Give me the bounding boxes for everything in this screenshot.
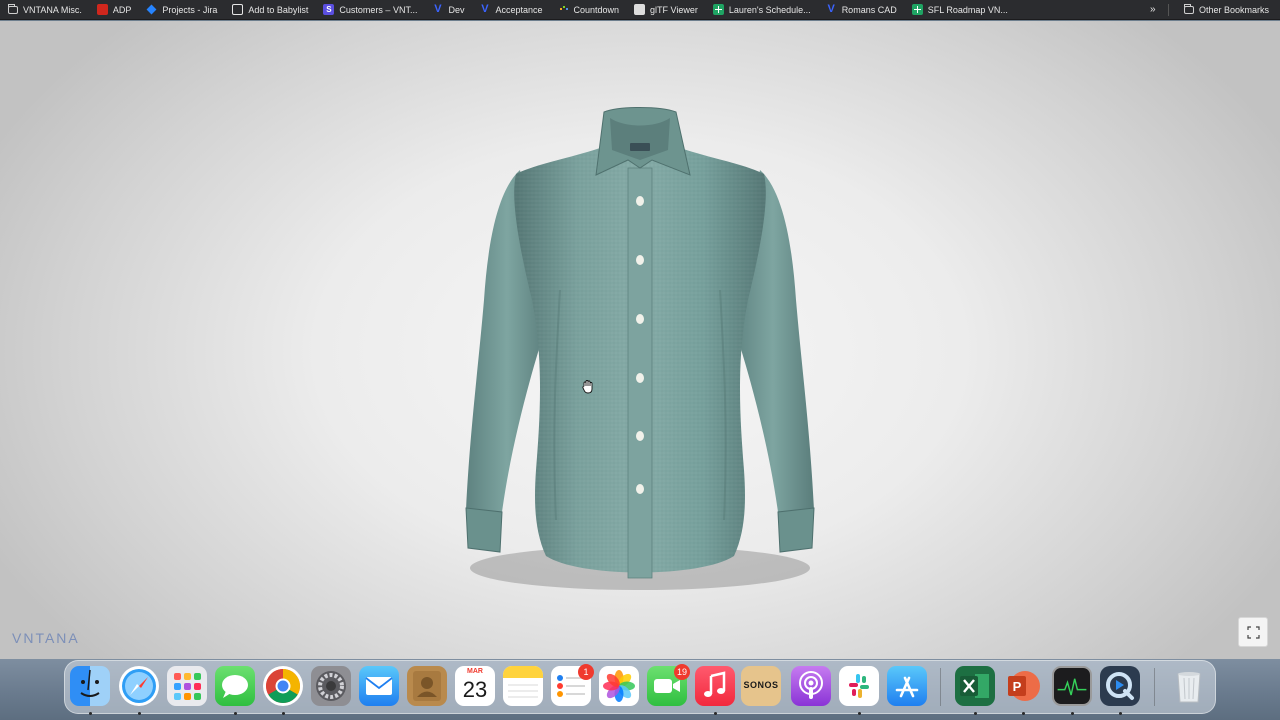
sheets-icon bbox=[712, 4, 724, 15]
dock-divider bbox=[1154, 668, 1155, 706]
shirt-button bbox=[636, 373, 644, 383]
bookmark-label: ADP bbox=[112, 4, 132, 15]
shirt-button bbox=[636, 484, 644, 494]
shirt-button bbox=[636, 196, 644, 206]
running-indicator bbox=[974, 712, 977, 715]
chrome-icon[interactable] bbox=[263, 666, 303, 706]
shirt-button bbox=[636, 255, 644, 265]
bookmark-label: Customers – VNT... bbox=[339, 4, 418, 15]
bookmark-label: Lauren's Schedule... bbox=[728, 4, 811, 15]
vntana-v-icon: V bbox=[827, 3, 835, 15]
running-indicator bbox=[282, 712, 285, 715]
other-bookmarks[interactable]: Other Bookmarks bbox=[1176, 0, 1276, 20]
finder-icon[interactable] bbox=[70, 666, 110, 706]
s-icon: S bbox=[323, 4, 335, 15]
3d-viewer-canvas[interactable]: VNTANA bbox=[0, 21, 1280, 659]
running-indicator bbox=[138, 712, 141, 715]
left-cuff bbox=[465, 507, 503, 553]
sheets-icon bbox=[911, 4, 923, 15]
running-indicator bbox=[1119, 712, 1122, 715]
adp-icon bbox=[96, 4, 108, 15]
fullscreen-icon bbox=[1247, 626, 1260, 639]
running-indicator bbox=[89, 712, 92, 715]
dots-icon bbox=[558, 4, 569, 15]
calendar-month: MAR bbox=[467, 668, 483, 675]
vntana-v-icon: V bbox=[481, 3, 489, 15]
messages-icon[interactable] bbox=[215, 666, 255, 706]
safari-icon[interactable] bbox=[119, 666, 159, 706]
right-cuff bbox=[777, 507, 815, 553]
bookmark-label: Projects - Jira bbox=[162, 4, 218, 15]
vntana-v-icon: V bbox=[434, 3, 442, 15]
notes-icon[interactable] bbox=[503, 666, 543, 706]
gltf-icon bbox=[634, 4, 646, 15]
calendar-day: 23 bbox=[462, 677, 488, 702]
trash-icon[interactable] bbox=[1169, 666, 1209, 706]
grab-cursor-icon bbox=[582, 380, 593, 394]
folder-icon bbox=[8, 3, 18, 14]
bookmark-romans-cad[interactable]: V Romans CAD bbox=[818, 0, 904, 20]
running-indicator bbox=[714, 712, 717, 715]
app-store-icon[interactable] bbox=[887, 666, 927, 706]
more-bookmarks-chevron[interactable]: » bbox=[1150, 0, 1156, 20]
photos-icon[interactable] bbox=[599, 666, 639, 706]
running-indicator bbox=[858, 712, 861, 715]
fullscreen-button[interactable] bbox=[1238, 617, 1268, 647]
bookmark-projects-jira[interactable]: Projects - Jira bbox=[138, 0, 224, 20]
svg-text:P: P bbox=[1013, 679, 1022, 694]
bookmark-sfl-roadmap[interactable]: SFL Roadmap VN... bbox=[904, 0, 1015, 20]
jira-icon bbox=[146, 4, 157, 15]
shirt-button bbox=[636, 314, 644, 324]
bookmark-label: Add to Babylist bbox=[248, 4, 309, 15]
bookmark-label: Dev bbox=[448, 4, 465, 15]
running-indicator bbox=[234, 712, 237, 715]
globe-icon bbox=[232, 4, 244, 15]
bookmark-label: Romans CAD bbox=[841, 4, 897, 15]
bookmark-gltf-viewer[interactable]: glTF Viewer bbox=[626, 0, 705, 20]
collar-label bbox=[630, 143, 650, 151]
launchpad-icon[interactable] bbox=[167, 666, 207, 706]
mail-icon[interactable] bbox=[359, 666, 399, 706]
system-preferences-icon[interactable] bbox=[311, 666, 351, 706]
folder-icon bbox=[1184, 4, 1194, 14]
bookmark-countdown[interactable]: Countdown bbox=[550, 0, 627, 20]
bookmark-label: Countdown bbox=[573, 4, 620, 15]
slack-icon[interactable] bbox=[839, 666, 879, 706]
calendar-icon[interactable]: MAR 23 bbox=[455, 666, 495, 706]
bookmark-label: Acceptance bbox=[495, 4, 543, 15]
notification-badge: 1 bbox=[578, 664, 594, 680]
other-bookmarks-label: Other Bookmarks bbox=[1199, 5, 1270, 15]
dock-divider bbox=[940, 668, 941, 706]
notification-badge: 19 bbox=[674, 664, 690, 680]
contacts-icon[interactable] bbox=[407, 666, 447, 706]
quicktime-icon[interactable] bbox=[1100, 666, 1140, 706]
bookmark-vntana-misc[interactable]: VNTANA Misc. bbox=[0, 0, 89, 20]
shirt-model[interactable] bbox=[0, 21, 1280, 659]
music-icon[interactable] bbox=[695, 666, 735, 706]
bookmarks-divider bbox=[1168, 4, 1169, 16]
powerpoint-icon[interactable]: P bbox=[1003, 666, 1043, 706]
bookmark-acceptance[interactable]: V Acceptance bbox=[471, 0, 549, 20]
sonos-icon[interactable]: SONOS bbox=[741, 666, 781, 706]
bookmark-dev[interactable]: V Dev bbox=[424, 0, 471, 20]
running-indicator bbox=[1022, 712, 1025, 715]
running-indicator bbox=[1071, 712, 1074, 715]
bookmarks-bar: VNTANA Misc. ADP Projects - Jira Add to … bbox=[0, 0, 1280, 20]
bookmark-label: VNTANA Misc. bbox=[23, 4, 82, 15]
bookmark-laurens-schedule[interactable]: Lauren's Schedule... bbox=[705, 0, 818, 20]
vntana-logo: VNTANA bbox=[12, 630, 80, 646]
bookmark-adp[interactable]: ADP bbox=[89, 0, 139, 20]
podcasts-icon[interactable] bbox=[791, 666, 831, 706]
sonos-label: SONOS bbox=[743, 680, 779, 690]
bookmark-add-to-babylist[interactable]: Add to Babylist bbox=[224, 0, 315, 20]
bookmark-customers[interactable]: S Customers – VNT... bbox=[315, 0, 424, 20]
bookmark-label: SFL Roadmap VN... bbox=[927, 4, 1008, 15]
shirt-button bbox=[636, 431, 644, 441]
activity-monitor-icon[interactable] bbox=[1052, 666, 1092, 706]
excel-icon[interactable] bbox=[955, 666, 995, 706]
bookmark-label: glTF Viewer bbox=[650, 4, 698, 15]
